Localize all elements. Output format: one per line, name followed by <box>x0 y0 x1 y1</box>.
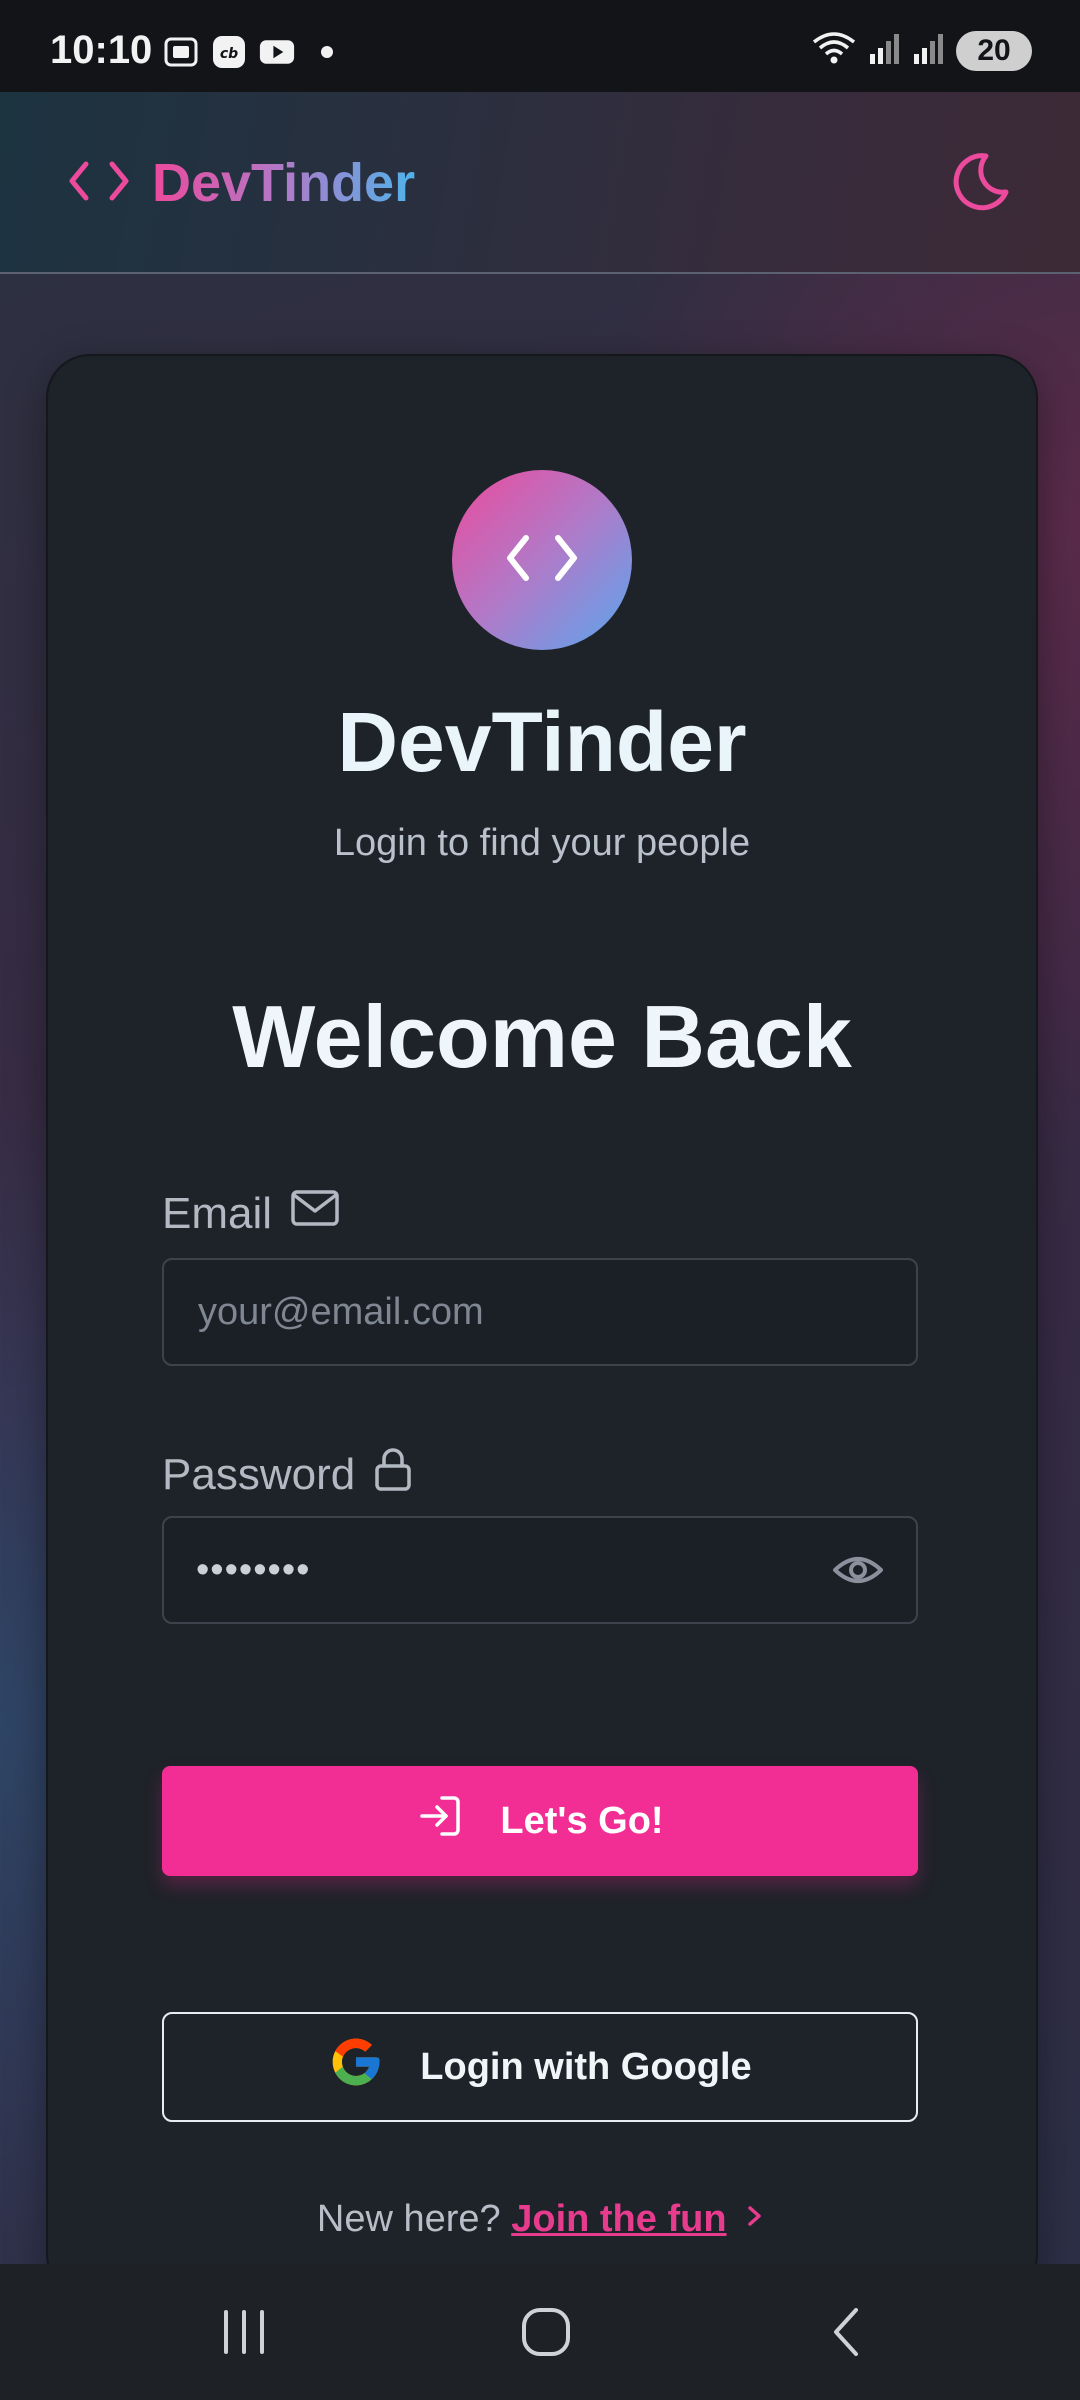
password-field[interactable]: •••••••• <box>162 1516 918 1624</box>
chevron-right-icon <box>743 2199 767 2242</box>
gallery-icon <box>163 34 199 70</box>
login-button[interactable]: Let's Go! <box>162 1766 918 1876</box>
login-icon <box>416 1792 464 1850</box>
signup-prompt: New here? Join the fun <box>48 2198 1036 2242</box>
card-subtitle: Login to find your people <box>333 822 751 864</box>
password-label: Password <box>162 1446 413 1503</box>
login-button-label: Let's Go! <box>500 1799 664 1842</box>
brand-title: DevTinder <box>152 153 416 213</box>
signal-icon <box>868 30 902 71</box>
email-field[interactable] <box>196 1289 884 1335</box>
system-nav-bar <box>0 2264 1080 2400</box>
status-notification-icons: cb <box>163 34 333 70</box>
signup-prompt-text: New here? <box>316 2198 501 2240</box>
signal-icon <box>912 30 946 71</box>
dot-icon <box>321 46 333 58</box>
back-icon[interactable] <box>818 2302 878 2362</box>
password-value: •••••••• <box>196 1548 311 1591</box>
eye-icon[interactable] <box>832 1544 884 1596</box>
google-login-label: Login with Google <box>420 2045 752 2088</box>
wifi-icon <box>810 30 858 71</box>
theme-toggle-button[interactable] <box>948 150 1012 214</box>
code-icon <box>66 156 132 211</box>
moon-icon <box>948 153 1012 218</box>
card-title: DevTinder <box>337 695 747 789</box>
mail-icon <box>290 1188 340 1239</box>
app-header: DevTinder <box>0 92 1080 274</box>
svg-text:cb: cb <box>220 46 238 62</box>
lock-icon <box>373 1446 413 1503</box>
recent-apps-icon[interactable] <box>214 2302 274 2362</box>
code-icon <box>502 528 582 593</box>
home-icon[interactable] <box>516 2302 576 2362</box>
status-bar: 10:10 cb 20 <box>0 0 1080 92</box>
battery-indicator: 20 <box>956 30 1032 71</box>
brand-link[interactable]: DevTinder <box>66 152 415 214</box>
email-label: Email <box>162 1188 340 1239</box>
signup-link[interactable]: Join the fun <box>511 2198 726 2240</box>
password-label-text: Password <box>162 1449 356 1499</box>
email-label-text: Email <box>162 1188 273 1238</box>
cb-app-icon: cb <box>211 34 247 70</box>
google-login-button[interactable]: Login with Google <box>162 2012 918 2122</box>
google-icon <box>328 2034 384 2100</box>
welcome-heading: Welcome Back <box>232 987 852 1086</box>
status-time: 10:10 <box>50 28 153 72</box>
logo-badge <box>452 470 632 650</box>
login-card: DevTinder Login to find your people Welc… <box>46 354 1038 2298</box>
status-system-icons: 20 <box>810 30 1032 71</box>
email-field-box <box>162 1258 918 1366</box>
youtube-icon <box>259 34 295 70</box>
